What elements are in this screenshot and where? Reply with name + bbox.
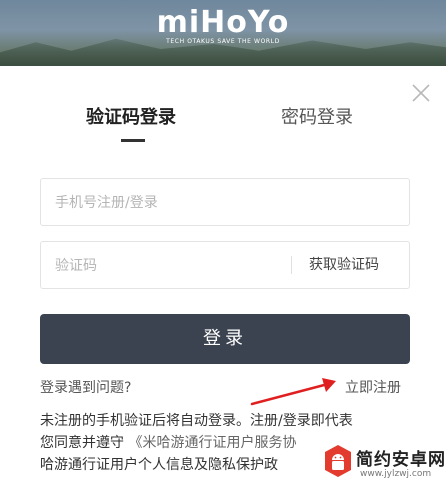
android-logo-icon bbox=[325, 445, 351, 477]
mihoyo-logo: miHoYo bbox=[156, 5, 290, 40]
code-field: 获取验证码 bbox=[40, 241, 410, 290]
site-watermark: 简约安卓网 www.jylzwj.com bbox=[320, 440, 446, 487]
service-agreement-link[interactable]: 《米哈游通行证用户服务协 bbox=[128, 435, 296, 451]
tab-sms-login[interactable]: 验证码登录 bbox=[86, 104, 176, 132]
login-trouble-link[interactable]: 登录遇到问题? bbox=[40, 377, 131, 397]
notice-line-1: 未注册的手机验证后将自动登录。注册/登录即代表 bbox=[40, 413, 353, 429]
active-tab-indicator bbox=[121, 139, 145, 142]
logo-tagline: TECH OTAKUS SAVE THE WORLD bbox=[166, 38, 280, 45]
phone-input[interactable] bbox=[53, 179, 287, 227]
watermark-title: 简约安卓网 bbox=[356, 450, 446, 470]
notice-prefix: 您同意并遵守 bbox=[40, 435, 129, 451]
login-button[interactable]: 登录 bbox=[40, 314, 410, 364]
code-input[interactable] bbox=[53, 242, 287, 290]
header-banner: miHoYo TECH OTAKUS SAVE THE WORLD bbox=[0, 0, 446, 66]
red-arrow-icon bbox=[250, 378, 336, 406]
field-divider bbox=[291, 256, 292, 274]
register-link[interactable]: 立即注册 bbox=[345, 377, 401, 397]
close-icon[interactable] bbox=[410, 82, 432, 104]
phone-field bbox=[40, 178, 410, 227]
get-code-button[interactable]: 获取验证码 bbox=[309, 242, 379, 288]
tab-password-login[interactable]: 密码登录 bbox=[281, 104, 353, 132]
watermark-url: www.jylzwj.com bbox=[360, 469, 432, 479]
